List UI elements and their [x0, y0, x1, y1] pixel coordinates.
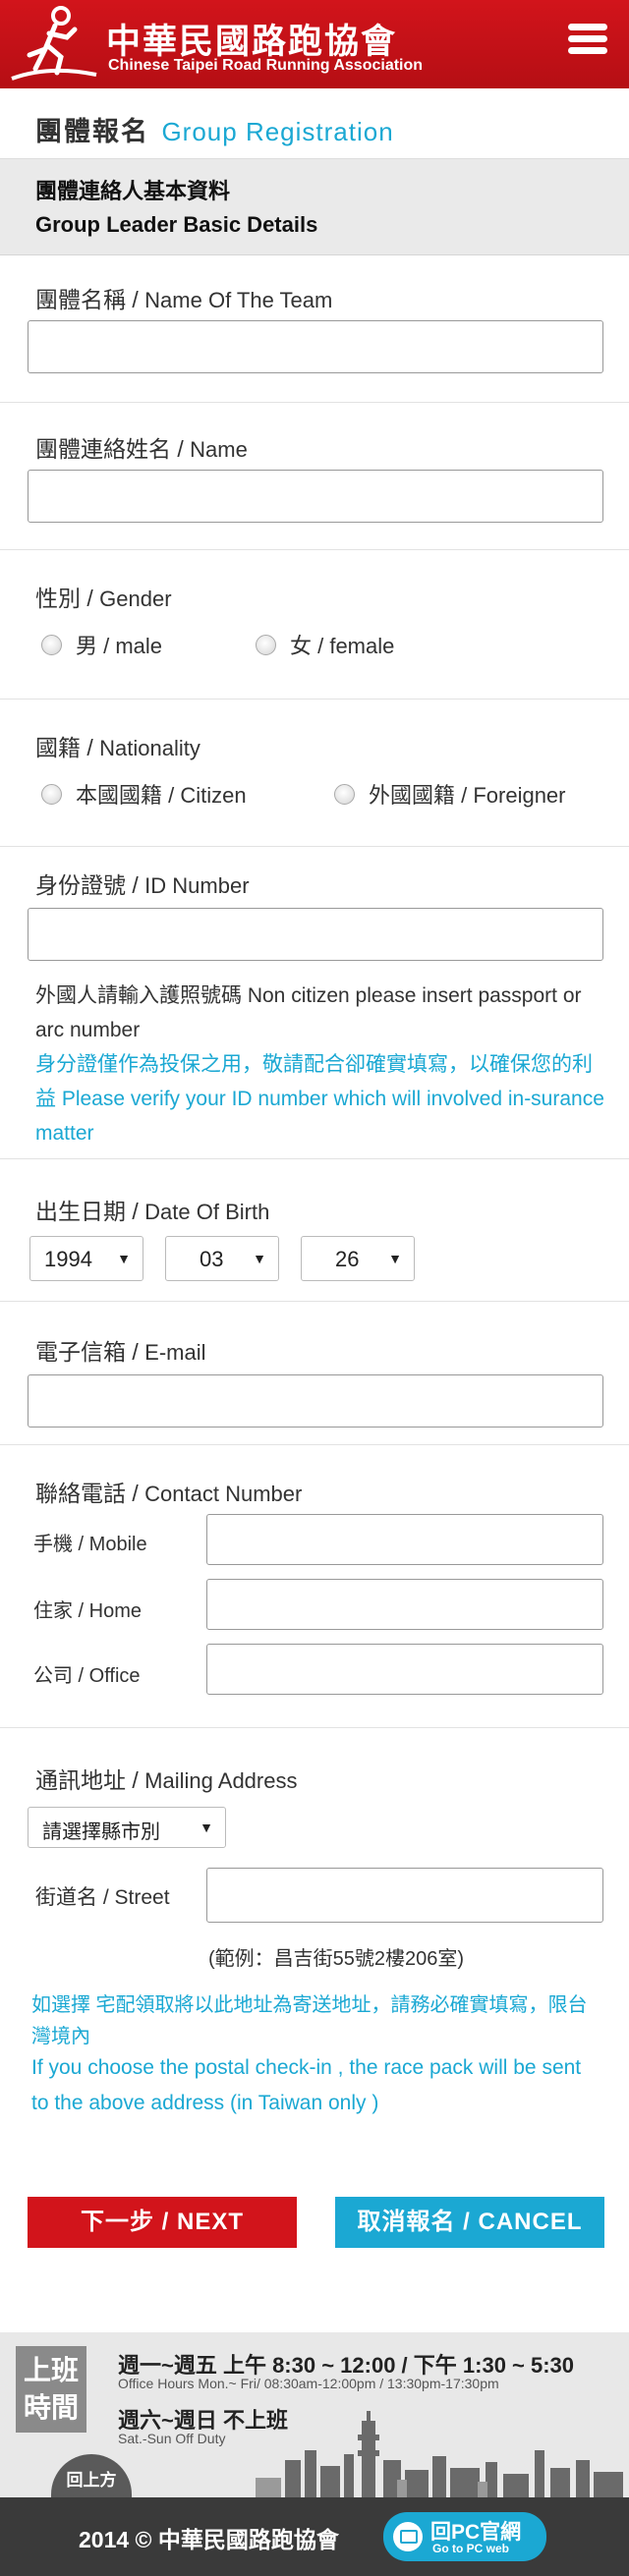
office-phone-label: 公司 / Office	[33, 1665, 141, 1687]
mailing-address-label: 通訊地址 / Mailing Address	[35, 1767, 298, 1793]
team-name-label: 團體名稱 / Name Of The Team	[35, 287, 333, 312]
radio-icon	[334, 783, 355, 805]
contact-number-label: 聯絡電話 / Contact Number	[35, 1481, 303, 1506]
mobile-label: 手機 / Mobile	[33, 1534, 147, 1555]
mailing-address-field: 通訊地址 / Mailing Address 請選擇縣市別 ▼ 街道名 / Str…	[0, 1728, 629, 2121]
contact-number-field: 聯絡電話 / Contact Number 手機 / Mobile 住家 / H…	[0, 1445, 629, 1728]
go-to-pc-site-button[interactable]: 回PC官網 Go to PC web	[383, 2512, 546, 2561]
page-title-en: Group Registration	[161, 117, 394, 146]
caret-down-icon: ▼	[388, 1251, 402, 1266]
footer-bar: 2014 © 中華民國路跑協會 回PC官網 Go to PC web	[0, 2497, 629, 2576]
nationality-citizen-radio[interactable]: 本國國籍 / Citizen	[41, 778, 247, 810]
cancel-button[interactable]: 取消報名 / CANCEL	[335, 2197, 604, 2248]
team-name-field: 團體名稱 / Name Of The Team	[0, 255, 629, 403]
birth-year-select[interactable]: 1994 ▼	[29, 1236, 143, 1281]
email-input[interactable]	[28, 1374, 603, 1428]
weekday-hours-en: Office Hours Mon.~ Fri/ 08:30am-12:00pm …	[118, 2376, 499, 2391]
section-title-en: Group Leader Basic Details	[35, 212, 318, 237]
weekend-hours-en: Sat.-Sun Off Duty	[118, 2431, 226, 2446]
contact-name-input[interactable]	[28, 470, 603, 523]
monitor-icon	[393, 2522, 423, 2551]
street-input[interactable]	[206, 1868, 603, 1923]
street-label: 街道名 / Street	[35, 1886, 170, 1909]
date-of-birth-field: 出生日期 / Date Of Birth 1994 ▼ 03 ▼ 26 ▼	[0, 1159, 629, 1302]
id-number-field: 身份證號 / ID Number 外國人請輸入護照號碼 Non citizen …	[0, 847, 629, 1159]
email-label: 電子信箱 / E-mail	[35, 1339, 206, 1365]
mobile-input[interactable]	[206, 1514, 603, 1565]
gender-female-radio[interactable]: 女 / female	[256, 629, 394, 660]
email-field: 電子信箱 / E-mail	[0, 1302, 629, 1445]
radio-icon	[256, 634, 276, 655]
copyright-text: 2014 © 中華民國路跑協會	[79, 2527, 339, 2552]
gender-field: 性別 / Gender 男 / male 女 / female	[0, 550, 629, 700]
back-to-top-button[interactable]: 回上方	[51, 2454, 132, 2497]
date-of-birth-label: 出生日期 / Date Of Birth	[35, 1199, 270, 1224]
page-title: 團體報名 Group Registration	[0, 88, 629, 159]
nationality-field: 國籍 / Nationality 本國國籍 / Citizen 外國國籍 / F…	[0, 700, 629, 847]
gender-male-radio[interactable]: 男 / male	[41, 629, 162, 660]
birth-month-select[interactable]: 03 ▼	[165, 1236, 279, 1281]
runner-logo-icon[interactable]	[10, 6, 98, 84]
gender-label: 性別 / Gender	[35, 586, 172, 611]
birth-day-select[interactable]: 26 ▼	[301, 1236, 415, 1281]
next-button[interactable]: 下一步 / NEXT	[28, 2197, 297, 2248]
section-title-zh: 團體連絡人基本資料	[35, 179, 231, 203]
pc-site-label-en: Go to PC web	[432, 2542, 509, 2555]
brand-name-en: Chinese Taipei Road Running Association	[108, 57, 424, 74]
contact-name-field: 團體連絡姓名 / Name	[0, 403, 629, 550]
address-note-zh: 如選擇 宅配領取將以此地址為寄送地址，請務必確實填寫，限台灣境內	[31, 1994, 588, 2047]
contact-name-label: 團體連絡姓名 / Name	[35, 436, 248, 462]
office-hours-badge: 上班 時間	[16, 2346, 86, 2433]
radio-icon	[41, 634, 62, 655]
nationality-label: 國籍 / Nationality	[35, 735, 200, 760]
site-header: 中華民國路跑協會 Chinese Taipei Road Running Ass…	[0, 0, 629, 88]
page-title-zh: 團體報名	[35, 117, 149, 146]
address-example: (範例：昌吉街55號2樓206室)	[208, 1948, 465, 1970]
hamburger-menu-icon[interactable]	[568, 24, 607, 61]
city-skyline-icon	[256, 2411, 623, 2497]
caret-down-icon: ▼	[117, 1251, 131, 1266]
home-phone-label: 住家 / Home	[33, 1600, 143, 1622]
id-number-note: 外國人請輸入護照號碼 Non citizen please insert pas…	[35, 984, 582, 1041]
caret-down-icon: ▼	[200, 1820, 213, 1835]
office-phone-input[interactable]	[206, 1644, 603, 1695]
caret-down-icon: ▼	[253, 1251, 266, 1266]
city-select[interactable]: 請選擇縣市別 ▼	[28, 1807, 226, 1848]
nationality-foreigner-radio[interactable]: 外國國籍 / Foreigner	[334, 778, 566, 810]
office-hours-panel: 上班 時間 週一~週五 上午 8:30 ~ 12:00 / 下午 1:30 ~ …	[0, 2332, 629, 2497]
home-phone-input[interactable]	[206, 1579, 603, 1630]
id-number-label: 身份證號 / ID Number	[35, 872, 250, 898]
address-note-en: If you choose the postal check-in , the …	[31, 2056, 582, 2114]
id-number-input[interactable]	[28, 908, 603, 961]
id-number-insurance-note: 身分證僅作為投保之用，敬請配合卻確實填寫，以確保您的利益 Please veri…	[35, 1053, 604, 1145]
page: 中華民國路跑協會 Chinese Taipei Road Running Ass…	[0, 0, 629, 2576]
radio-icon	[41, 783, 62, 805]
team-name-input[interactable]	[28, 320, 603, 373]
section-header: 團體連絡人基本資料 Group Leader Basic Details	[0, 159, 629, 255]
